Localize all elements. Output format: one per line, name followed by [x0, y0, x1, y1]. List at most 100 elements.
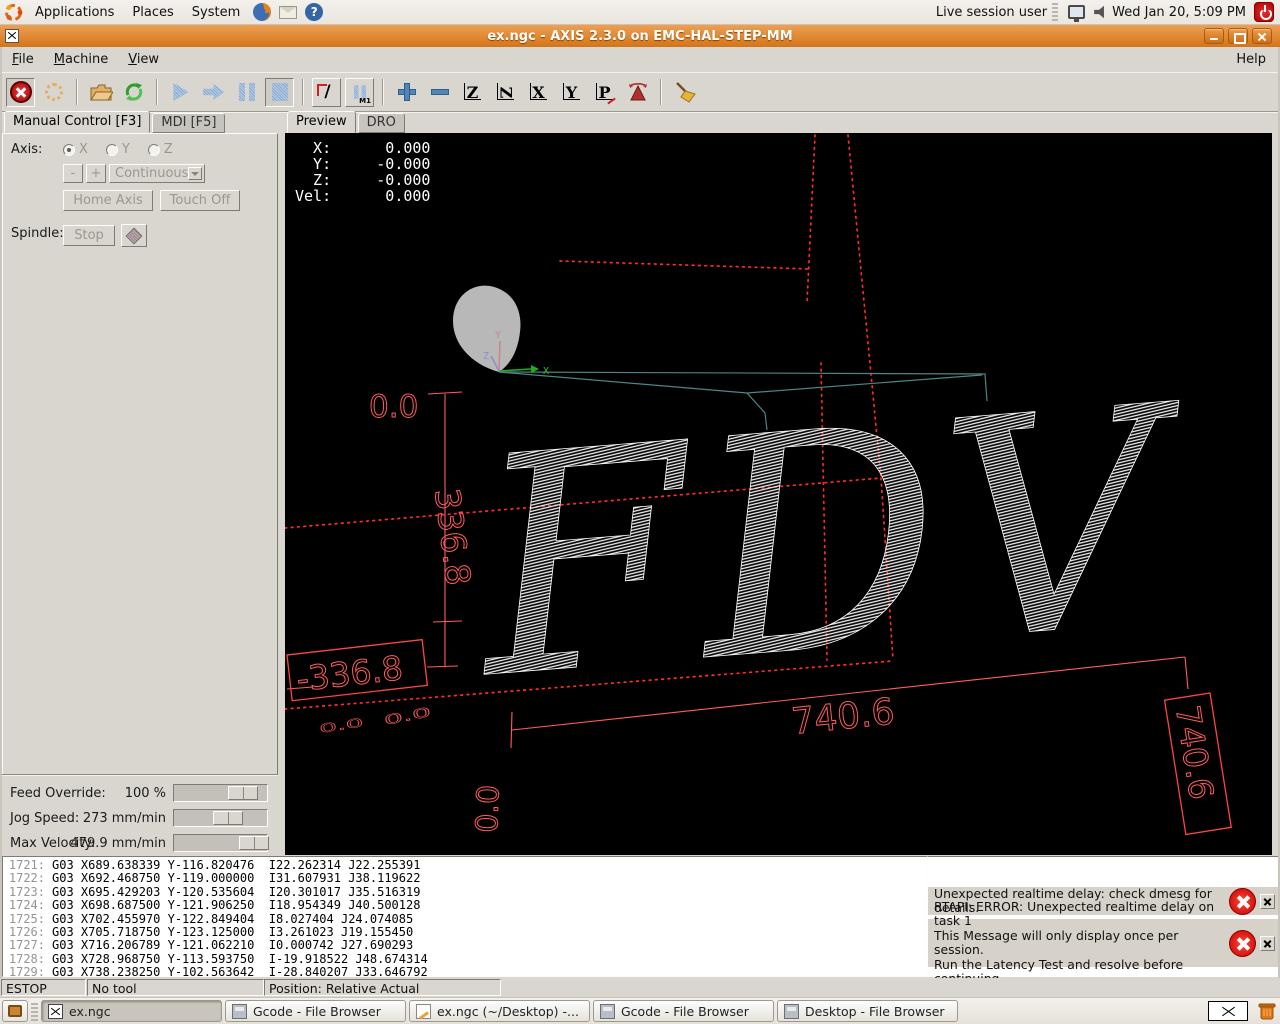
- feed-override-value: 100 %: [124, 785, 166, 801]
- window-list-handle[interactable]: [31, 1001, 38, 1021]
- radio-axis-y[interactable]: Y: [105, 142, 130, 157]
- gcode-line-number: 1723:: [8, 884, 45, 899]
- svg-text:X: X: [543, 366, 549, 377]
- feed-override-slider[interactable]: [173, 784, 268, 802]
- gcode-line-text: G03 X738.238250 Y-102.563642 I-28.840207…: [52, 965, 428, 977]
- stop-button[interactable]: [265, 77, 294, 107]
- menu-system[interactable]: System: [183, 0, 249, 25]
- workspace-switcher[interactable]: [1208, 1001, 1248, 1021]
- view-perspective-button[interactable]: P: [590, 78, 619, 107]
- brake-button[interactable]: [121, 224, 147, 247]
- dismiss-error-button[interactable]: [1260, 935, 1275, 951]
- left-tab-bar: Manual Control [F3] MDI [F5]: [4, 111, 227, 133]
- clock-label[interactable]: Wed Jan 20, 5:09 PM: [1112, 5, 1246, 20]
- radio-axis-x[interactable]: X: [63, 142, 88, 157]
- estop-button[interactable]: [6, 77, 35, 107]
- axis-app-icon: [48, 1003, 63, 1019]
- shutdown-icon[interactable]: [1254, 2, 1274, 22]
- gcode-line-number: 1722:: [8, 871, 45, 886]
- slider-handle[interactable]: [228, 786, 258, 800]
- pause-button[interactable]: [232, 78, 261, 107]
- close-button[interactable]: [1252, 28, 1272, 44]
- slider-handle[interactable]: [213, 811, 243, 825]
- view-z-button[interactable]: Z: [458, 78, 487, 107]
- preview-canvas[interactable]: X: 0.000 Y: -0.000 Z: -0.000 Vel: 0.000 …: [285, 133, 1272, 855]
- folder-icon: [89, 84, 113, 101]
- taskbar-item-axis[interactable]: ex.ngc: [41, 1000, 222, 1022]
- manual-control-panel: Axis: X Y Z - + Continuous Home Axis Tou…: [2, 133, 278, 775]
- gcode-line-number: 1721:: [8, 858, 45, 872]
- rotate-view-button[interactable]: [623, 78, 652, 107]
- step-button[interactable]: [199, 78, 228, 107]
- spindle-stop-button[interactable]: Stop: [63, 225, 115, 246]
- volume-icon[interactable]: [1094, 5, 1104, 19]
- view-x-button[interactable]: X: [524, 78, 553, 107]
- view-y-button[interactable]: Y: [557, 78, 586, 107]
- dismiss-error-button[interactable]: [1260, 893, 1275, 909]
- skip-lines-button[interactable]: /: [312, 77, 341, 107]
- help-icon[interactable]: ?: [304, 2, 324, 22]
- zoom-in-icon: [397, 83, 416, 101]
- file-browser-icon: [600, 1003, 615, 1019]
- jog-speed-slider[interactable]: [173, 809, 268, 827]
- gcode-listing[interactable]: 1721: G03 X689.638339 Y-116.820476 I22.26…: [2, 856, 928, 977]
- optional-pause-button[interactable]: M1: [345, 77, 374, 107]
- tab-mdi[interactable]: MDI [F5]: [152, 113, 226, 133]
- slider-handle[interactable]: [239, 836, 269, 850]
- taskbar-item-editor[interactable]: ex.ngc (~/Desktop) -...: [409, 1000, 590, 1022]
- menu-machine[interactable]: Machine: [44, 48, 118, 71]
- trash-icon[interactable]: [1258, 1001, 1276, 1021]
- feed-override-label: Feed Override:: [10, 785, 106, 801]
- radio-axis-z[interactable]: Z: [147, 142, 173, 157]
- jog-mode-select[interactable]: Continuous: [109, 164, 205, 183]
- show-desktop-button[interactable]: [2, 1000, 28, 1022]
- gcode-line-text: G03 X698.687500 Y-121.906250 I18.954349 …: [52, 898, 421, 913]
- tab-preview[interactable]: Preview: [287, 111, 356, 133]
- window-titlebar[interactable]: ex.ngc - AXIS 2.3.0 on EMC-HAL-STEP-MM: [0, 25, 1280, 47]
- tab-dro[interactable]: DRO: [357, 113, 405, 133]
- error-text: RTAPI: ERROR: Unexpected realtime delay …: [934, 898, 1215, 986]
- gcode-line-text: G03 X689.638339 Y-116.820476 I22.262314 …: [52, 858, 421, 872]
- file-browser-icon: [232, 1003, 247, 1019]
- gcode-line-text: G03 X695.429203 Y-120.535604 I20.301017 …: [52, 884, 421, 899]
- ubuntu-logo-icon[interactable]: [3, 2, 23, 22]
- axis-row: Axis:: [11, 142, 42, 157]
- menu-places[interactable]: Places: [123, 0, 182, 25]
- maximize-button[interactable]: [1228, 28, 1248, 44]
- jog-minus-button[interactable]: -: [63, 164, 83, 183]
- dim-height: 336.8: [426, 486, 478, 587]
- clear-plot-button[interactable]: [670, 78, 699, 107]
- taskbar-item-gcode-browser-1[interactable]: Gcode - File Browser: [225, 1000, 406, 1022]
- zoom-in-button[interactable]: [392, 78, 421, 107]
- minimize-button[interactable]: [1204, 28, 1224, 44]
- toolbar-separator: [660, 79, 662, 105]
- open-file-button[interactable]: [86, 78, 115, 107]
- tab-manual-control[interactable]: Manual Control [F3]: [4, 111, 151, 133]
- mail-icon[interactable]: [278, 2, 298, 22]
- radio-z-icon: [147, 143, 160, 156]
- panel-handle[interactable]: [1052, 3, 1059, 21]
- reload-button[interactable]: [119, 78, 148, 107]
- touch-off-button[interactable]: Touch Off: [160, 190, 240, 211]
- status-tool: No tool: [87, 979, 264, 996]
- brake-icon: [125, 227, 143, 244]
- machine-power-button[interactable]: [39, 78, 68, 107]
- view-z-rotated-button[interactable]: Z: [491, 78, 520, 107]
- menu-file[interactable]: File: [2, 48, 44, 71]
- taskbar-item-desktop-browser[interactable]: Desktop - File Browser: [777, 1000, 958, 1022]
- home-axis-button[interactable]: Home Axis: [63, 190, 153, 211]
- file-browser-icon: [784, 1003, 799, 1019]
- menu-help[interactable]: Help: [1226, 48, 1278, 71]
- taskbar-item-gcode-browser-2[interactable]: Gcode - File Browser: [593, 1000, 774, 1022]
- display-icon[interactable]: [1068, 5, 1086, 22]
- zoom-out-button[interactable]: [425, 78, 454, 107]
- run-button[interactable]: [166, 78, 195, 107]
- jog-plus-button[interactable]: +: [86, 164, 106, 183]
- max-velocity-slider[interactable]: [173, 834, 269, 852]
- firefox-icon[interactable]: [252, 2, 272, 22]
- menu-view[interactable]: View: [118, 48, 169, 71]
- menu-applications[interactable]: Applications: [26, 0, 123, 25]
- dim-height-box: -336.8: [286, 638, 429, 702]
- dim-zero-bottom: 0.0: [470, 784, 507, 833]
- gcode-line: 1723: G03 X695.429203 Y-120.535604 I20.30…: [3, 884, 927, 899]
